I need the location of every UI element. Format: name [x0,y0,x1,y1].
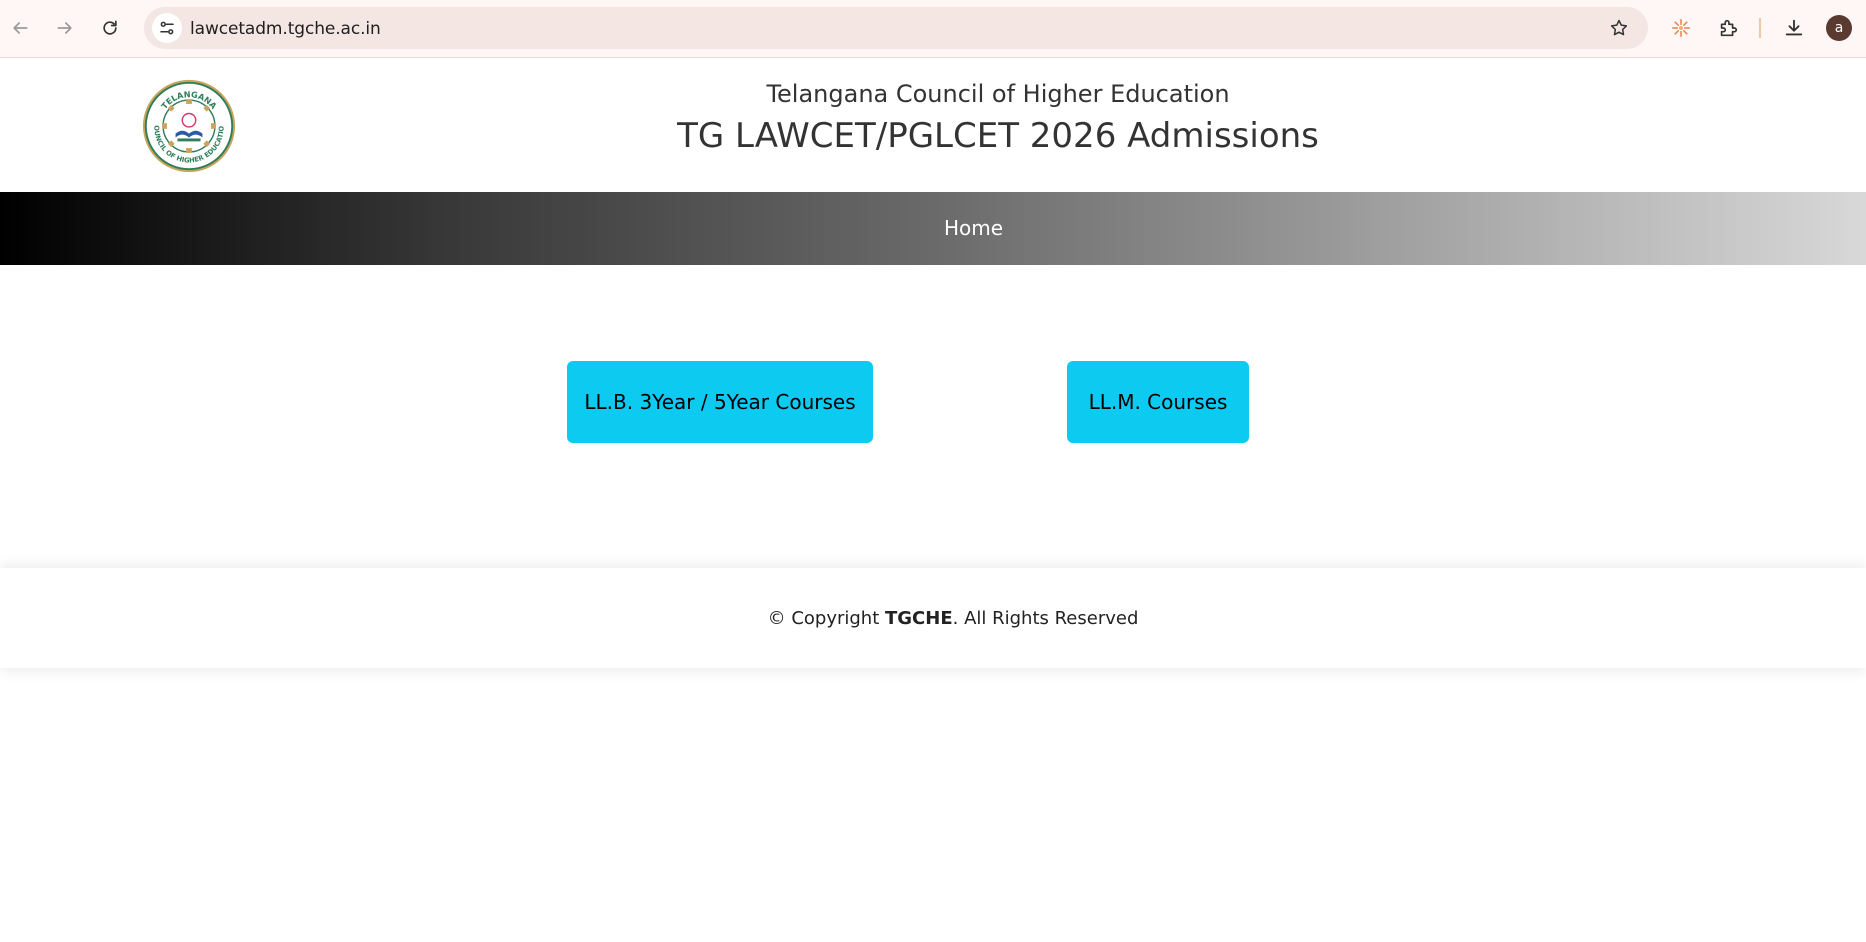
site-info-button[interactable] [152,13,182,43]
llb-courses-button[interactable]: LL.B. 3Year / 5Year Courses [567,361,873,443]
puzzle-icon [1720,19,1738,37]
back-arrow-icon [13,22,28,34]
copyright-suffix: . All Rights Reserved [952,608,1139,629]
site-header: TELANGANA COUNCIL OF HIGHER EDUCATION Te… [0,58,1866,192]
forward-button[interactable] [49,12,81,44]
nav-home-link[interactable]: Home [944,216,1003,240]
back-button[interactable] [4,12,36,44]
copyright-brand: TGCHE [885,608,953,629]
page-title: TG LAWCET/PGLCET 2026 Admissions [677,116,1319,156]
extensions-button[interactable] [1713,13,1743,43]
extension-app-button[interactable] [1666,13,1696,43]
sparkle-icon [1672,19,1690,37]
downloads-button[interactable] [1779,13,1809,43]
download-icon [1785,19,1803,36]
toolbar-separator [1759,18,1761,38]
profile-avatar[interactable]: a [1826,15,1852,41]
footer: © Copyright TGCHE. All Rights Reserved [0,568,1866,668]
reload-button[interactable] [94,12,126,44]
reload-icon [103,20,117,35]
copyright-prefix: © Copyright [767,608,885,629]
url-text[interactable]: lawcetadm.tgche.ac.in [190,19,381,39]
org-name: Telangana Council of Higher Education [766,80,1230,108]
bookmark-button[interactable] [1608,17,1630,39]
forward-arrow-icon [57,22,72,34]
site-settings-icon [160,21,174,35]
llm-courses-button[interactable]: LL.M. Courses [1067,361,1249,443]
star-icon [1610,19,1628,36]
address-bar[interactable]: lawcetadm.tgche.ac.in [144,7,1648,49]
copyright-text: © Copyright TGCHE. All Rights Reserved [0,608,1866,629]
browser-toolbar: lawcetadm.tgche.ac.in a [0,0,1866,58]
main-nav: Home [0,192,1866,265]
